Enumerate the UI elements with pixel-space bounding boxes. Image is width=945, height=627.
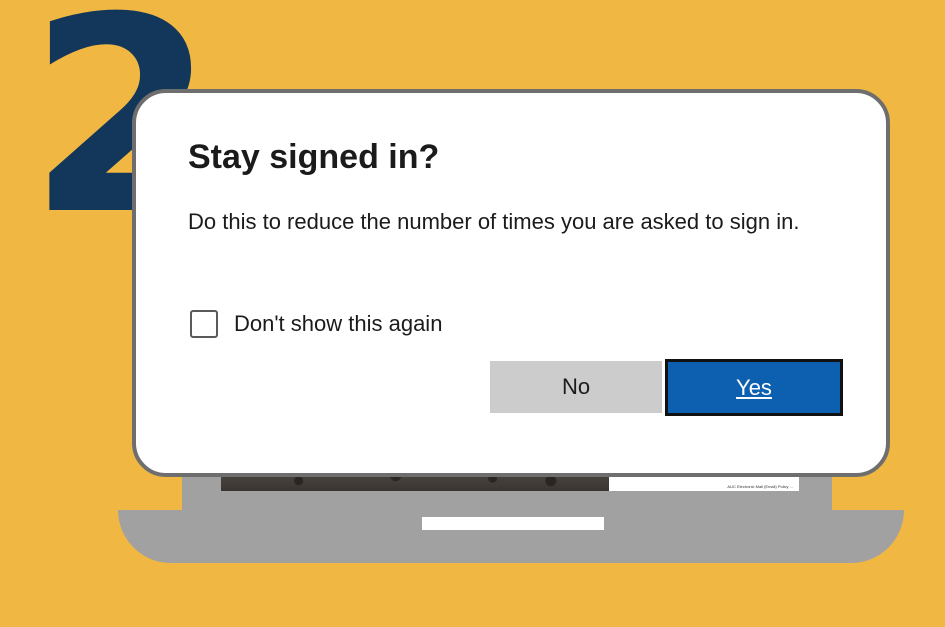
- laptop-trackpad: [422, 517, 604, 530]
- dialog-title: Stay signed in?: [188, 138, 440, 176]
- stay-signed-in-dialog: Stay signed in? Do this to reduce the nu…: [132, 89, 890, 477]
- dont-show-again-checkbox[interactable]: [190, 310, 218, 338]
- document-caption: AUC Electronic Mail (Email) Policy ...: [727, 484, 793, 489]
- yes-button[interactable]: Yes: [665, 359, 843, 416]
- dont-show-again-label[interactable]: Don't show this again: [234, 311, 442, 337]
- dont-show-again-checkbox-row[interactable]: Don't show this again: [190, 307, 442, 341]
- dialog-description: Do this to reduce the number of times yo…: [188, 209, 800, 234]
- no-button[interactable]: No: [490, 361, 662, 413]
